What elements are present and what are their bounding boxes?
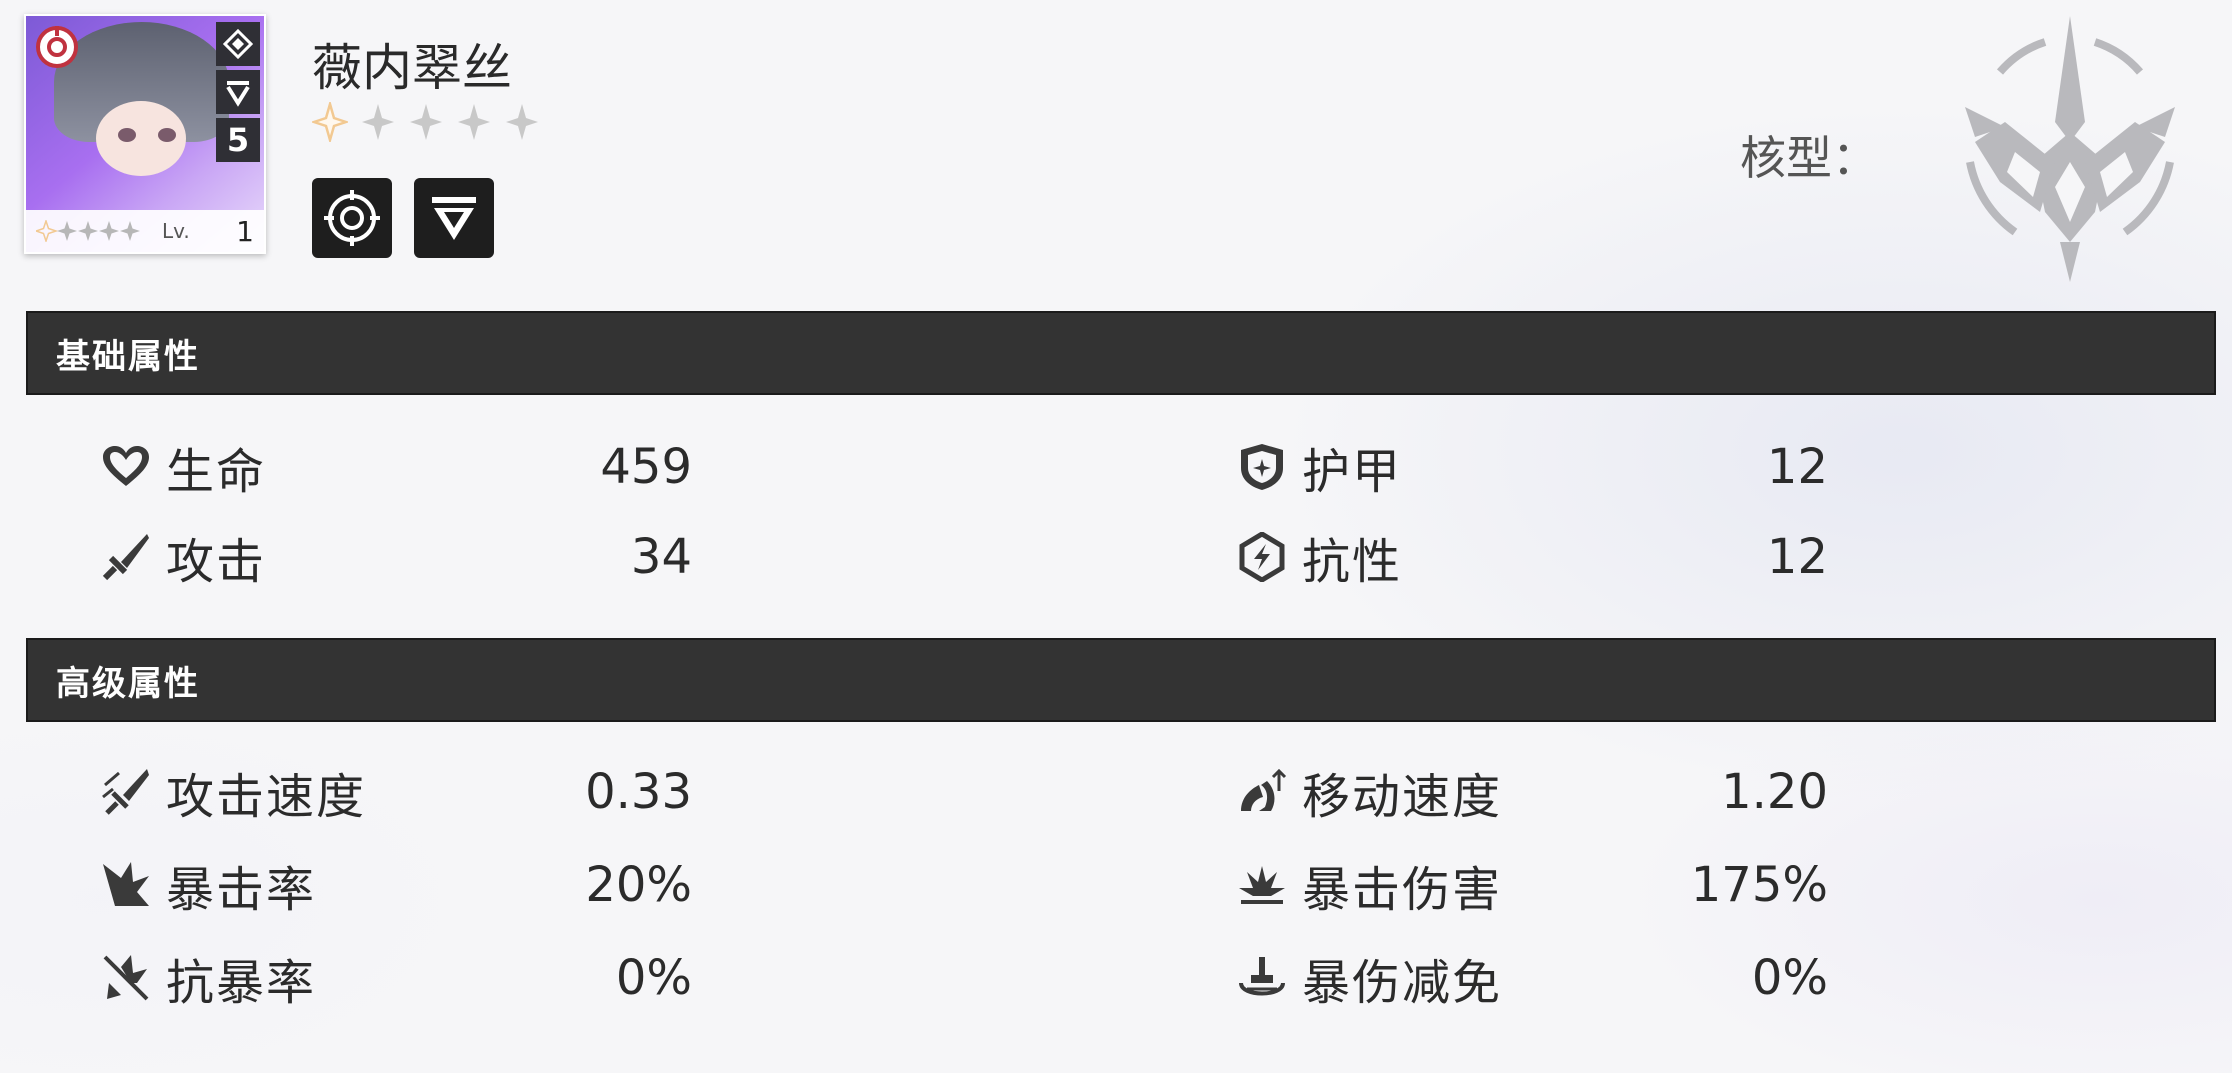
stat-row-attack-speed: 攻击速度 0.33 bbox=[98, 757, 692, 827]
portrait-side-icons: 5 bbox=[212, 16, 264, 191]
move-speed-icon bbox=[1234, 764, 1290, 820]
heart-icon bbox=[98, 439, 154, 495]
stat-value: 175% bbox=[1690, 857, 1828, 913]
level-label: Lv. bbox=[162, 219, 190, 243]
star-empty-icon bbox=[362, 104, 394, 140]
resist-icon bbox=[1234, 529, 1290, 585]
sword-icon bbox=[98, 529, 154, 585]
stat-value: 20% bbox=[585, 857, 692, 913]
stat-row-crit-rate: 暴击率 20% bbox=[98, 850, 692, 920]
star-empty-icon bbox=[410, 104, 442, 140]
stat-row-crit-damage-reduction: 暴伤减免 0% bbox=[1234, 943, 1828, 1013]
character-portrait[interactable]: 5 Lv. 1 bbox=[24, 14, 266, 254]
portrait-eye-right bbox=[158, 128, 176, 142]
star-rating bbox=[312, 102, 540, 142]
role-icon bbox=[216, 70, 260, 114]
stat-row-armor: 护甲 12 bbox=[1234, 432, 1828, 502]
core-type-emblem-icon[interactable] bbox=[1945, 12, 2195, 282]
trait-badges bbox=[312, 178, 494, 258]
portrait-level-bar: Lv. 1 bbox=[26, 210, 264, 252]
shield-icon bbox=[1234, 439, 1290, 495]
rank-number: 5 bbox=[216, 118, 260, 162]
section-header-advanced: 高级属性 bbox=[26, 638, 2216, 722]
stat-row-resistance: 抗性 12 bbox=[1234, 522, 1828, 592]
stat-label: 攻击 bbox=[166, 534, 267, 590]
star-empty-icon bbox=[458, 104, 490, 140]
portrait-stars bbox=[36, 220, 140, 242]
crit-rate-icon bbox=[98, 857, 154, 913]
crit-damage-reduction-icon bbox=[1234, 950, 1290, 1006]
stat-row-crit-damage: 暴击伤害 175% bbox=[1234, 850, 1828, 920]
crit-resist-icon bbox=[98, 950, 154, 1006]
stat-row-crit-resist: 抗暴率 0% bbox=[98, 943, 692, 1013]
stat-row-move-speed: 移动速度 1.20 bbox=[1234, 757, 1828, 827]
class-emblem-icon bbox=[34, 24, 80, 70]
crit-damage-icon bbox=[1234, 857, 1290, 913]
stat-value: 1.20 bbox=[1721, 764, 1828, 820]
star-empty-icon bbox=[506, 104, 538, 140]
star-rating-mini-icon bbox=[36, 220, 140, 242]
level-value: 1 bbox=[236, 214, 254, 248]
stat-value: 0.33 bbox=[585, 764, 692, 820]
stat-label: 移动速度 bbox=[1302, 769, 1503, 825]
element-icon bbox=[216, 22, 260, 66]
portrait-eye-left bbox=[118, 128, 136, 142]
stat-row-attack: 攻击 34 bbox=[98, 522, 692, 592]
stat-value: 34 bbox=[630, 529, 692, 585]
target-class-icon bbox=[324, 190, 380, 246]
character-name: 薇内翠丝 bbox=[312, 39, 512, 97]
star-filled-icon bbox=[312, 102, 348, 142]
stat-label: 护甲 bbox=[1302, 444, 1403, 500]
stat-value: 12 bbox=[1766, 439, 1828, 495]
chevron-role-icon bbox=[432, 197, 476, 240]
stat-value: 0% bbox=[615, 950, 692, 1006]
stat-value: 459 bbox=[600, 439, 692, 495]
stat-label: 暴击伤害 bbox=[1302, 862, 1503, 918]
stat-label: 抗暴率 bbox=[166, 955, 317, 1011]
stat-label: 暴击率 bbox=[166, 862, 317, 918]
role-badge[interactable] bbox=[414, 178, 494, 258]
stat-label: 暴伤减免 bbox=[1302, 955, 1503, 1011]
stat-label: 攻击速度 bbox=[166, 769, 367, 825]
class-badge[interactable] bbox=[312, 178, 392, 258]
stat-row-hp: 生命 459 bbox=[98, 432, 692, 502]
stat-value: 0% bbox=[1751, 950, 1828, 1006]
stat-label: 抗性 bbox=[1302, 534, 1403, 590]
section-header-basic: 基础属性 bbox=[26, 311, 2216, 395]
stat-value: 12 bbox=[1766, 529, 1828, 585]
stat-label: 生命 bbox=[166, 444, 267, 500]
attack-speed-icon bbox=[98, 764, 154, 820]
core-type-label: 核型： bbox=[1740, 131, 1878, 185]
